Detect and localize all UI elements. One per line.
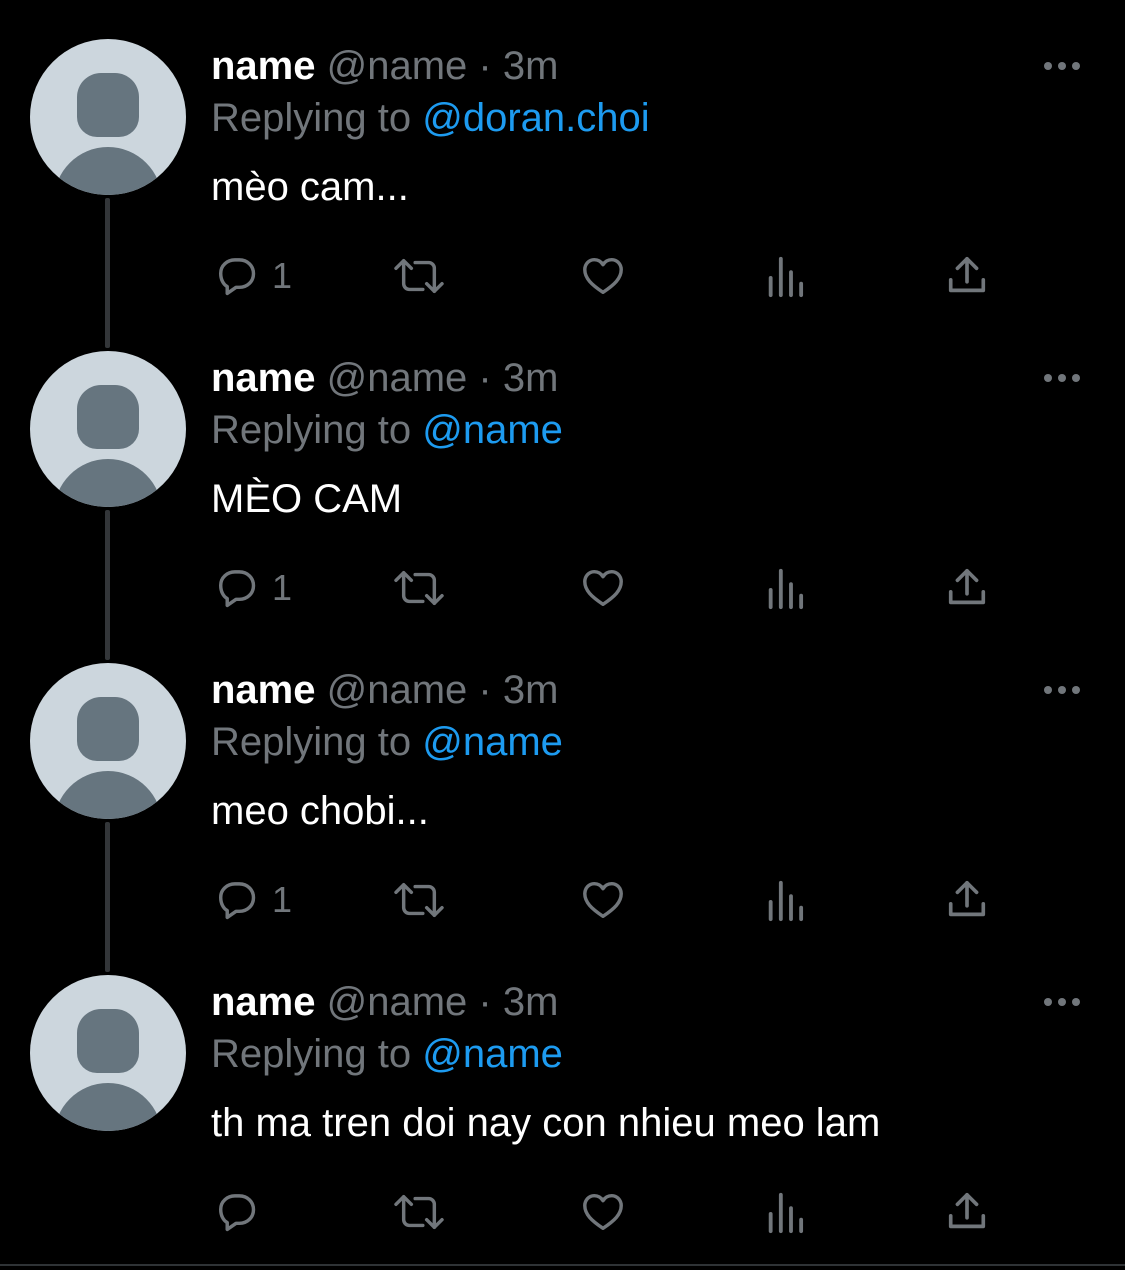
user-handle[interactable]: @name: [327, 44, 468, 88]
reply-count: 1: [272, 255, 293, 296]
like-button[interactable]: [579, 558, 627, 618]
retweet-icon: [394, 882, 444, 918]
share-icon: [948, 880, 986, 917]
replying-to-prefix: Replying to: [211, 1032, 412, 1076]
user-handle[interactable]: @name: [327, 668, 468, 712]
header-separator: ·: [478, 668, 492, 712]
tweet-timestamp[interactable]: 3m: [503, 980, 559, 1024]
bottom-divider: [0, 1264, 1125, 1266]
replying-to-line: Replying to @name: [211, 1030, 563, 1078]
tweet-card[interactable]: name @name · 3m Replying to @name meo ch…: [0, 624, 1125, 936]
replying-to-line: Replying to @name: [211, 406, 563, 454]
tweet-actions-bar: 1: [0, 246, 1125, 306]
views-button[interactable]: [765, 246, 807, 306]
tweet-header: name @name · 3m: [211, 354, 558, 402]
share-button[interactable]: [944, 558, 990, 618]
share-button[interactable]: [944, 246, 990, 306]
header-separator: ·: [478, 44, 492, 88]
reply-icon: [218, 258, 256, 296]
replying-to-line: Replying to @name: [211, 718, 563, 766]
tweet-header: name @name · 3m: [211, 666, 558, 714]
reply-icon: [218, 1194, 256, 1232]
views-icon: [768, 1192, 804, 1234]
like-icon: [583, 1193, 623, 1231]
tweet-timestamp[interactable]: 3m: [503, 668, 559, 712]
reply-thread: name @name · 3m Replying to @doran.choi …: [0, 0, 1125, 1270]
share-icon: [948, 568, 986, 605]
header-separator: ·: [478, 356, 492, 400]
tweet-card[interactable]: name @name · 3m Replying to @doran.choi …: [0, 0, 1125, 312]
reply-button[interactable]: [214, 1182, 272, 1242]
views-icon: [768, 880, 804, 922]
like-icon: [583, 881, 623, 919]
retweet-icon: [394, 1194, 444, 1230]
tweet-header: name @name · 3m: [211, 42, 558, 90]
tweet-actions-bar: 1: [0, 558, 1125, 618]
tweet-text: mèo cam...: [211, 165, 409, 209]
replying-to-link[interactable]: @name: [422, 1032, 563, 1076]
default-avatar-icon[interactable]: [30, 351, 186, 507]
default-avatar-icon[interactable]: [30, 39, 186, 195]
share-button[interactable]: [944, 1182, 990, 1242]
replying-to-link[interactable]: @name: [422, 408, 563, 452]
like-button[interactable]: [579, 246, 627, 306]
replying-to-line: Replying to @doran.choi: [211, 94, 650, 142]
reply-button[interactable]: 1: [214, 870, 292, 930]
retweet-icon: [394, 258, 444, 294]
default-avatar-icon[interactable]: [30, 663, 186, 819]
tweet-timestamp[interactable]: 3m: [503, 44, 559, 88]
like-button[interactable]: [579, 870, 627, 930]
reply-button[interactable]: 1: [214, 558, 292, 618]
retweet-icon: [394, 570, 444, 606]
more-horizontal-icon[interactable]: [1038, 980, 1086, 1024]
views-button[interactable]: [765, 558, 807, 618]
retweet-button[interactable]: [390, 558, 448, 618]
like-icon: [583, 569, 623, 607]
more-horizontal-icon[interactable]: [1038, 356, 1086, 400]
replying-to-link[interactable]: @name: [422, 720, 563, 764]
tweet-header: name @name · 3m: [211, 978, 558, 1026]
reply-icon: [218, 882, 256, 920]
tweet-text: meo chobi...: [211, 789, 429, 833]
retweet-button[interactable]: [390, 870, 448, 930]
reply-button[interactable]: 1: [214, 246, 292, 306]
tweet-actions-bar: 1: [0, 870, 1125, 930]
like-icon: [583, 257, 623, 295]
display-name[interactable]: name: [211, 356, 316, 400]
replying-to-prefix: Replying to: [211, 408, 412, 452]
default-avatar-icon[interactable]: [30, 975, 186, 1131]
header-separator: ·: [478, 980, 492, 1024]
display-name[interactable]: name: [211, 980, 316, 1024]
more-horizontal-icon[interactable]: [1038, 668, 1086, 712]
replying-to-prefix: Replying to: [211, 720, 412, 764]
tweet-text: MÈO CAM: [211, 477, 403, 521]
user-handle[interactable]: @name: [327, 356, 468, 400]
views-icon: [768, 256, 804, 298]
tweet-text: th ma tren doi nay con nhieu meo lam: [211, 1101, 881, 1145]
more-horizontal-icon[interactable]: [1038, 44, 1086, 88]
views-button[interactable]: [765, 870, 807, 930]
display-name[interactable]: name: [211, 44, 316, 88]
replying-to-prefix: Replying to: [211, 96, 412, 140]
retweet-button[interactable]: [390, 1182, 448, 1242]
tweet-card[interactable]: name @name · 3m Replying to @name th ma …: [0, 936, 1125, 1248]
views-button[interactable]: [765, 1182, 807, 1242]
reply-icon: [218, 570, 256, 608]
like-button[interactable]: [579, 1182, 627, 1242]
views-icon: [768, 568, 804, 610]
share-icon: [948, 256, 986, 293]
share-icon: [948, 1192, 986, 1229]
tweet-timestamp[interactable]: 3m: [503, 356, 559, 400]
user-handle[interactable]: @name: [327, 980, 468, 1024]
share-button[interactable]: [944, 870, 990, 930]
reply-count: 1: [272, 879, 293, 920]
display-name[interactable]: name: [211, 668, 316, 712]
tweet-actions-bar: [0, 1182, 1125, 1242]
tweet-card[interactable]: name @name · 3m Replying to @name MÈO CA…: [0, 312, 1125, 624]
retweet-button[interactable]: [390, 246, 448, 306]
reply-count: 1: [272, 567, 293, 608]
replying-to-link[interactable]: @doran.choi: [422, 96, 649, 140]
